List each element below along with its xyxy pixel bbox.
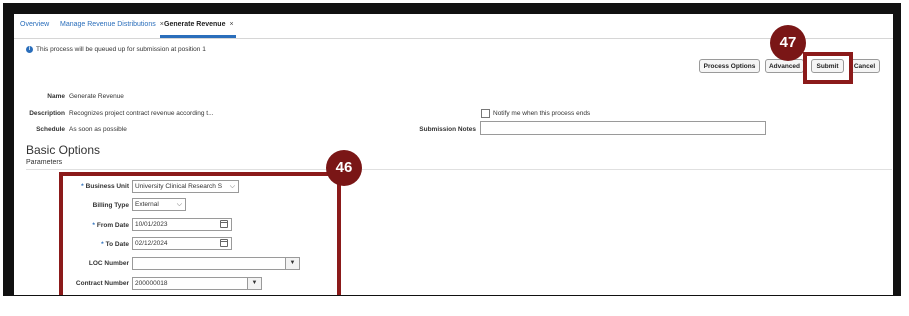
basic-options-heading: Basic Options [26, 143, 101, 157]
name-value: Generate Revenue [69, 93, 124, 100]
step-46-badge: 46 [326, 150, 362, 186]
tab-overview[interactable]: Overview [20, 21, 49, 28]
section-divider [26, 169, 892, 170]
info-icon: i [26, 46, 33, 53]
app-window: Overview Manage Revenue Distributions × G… [14, 14, 893, 295]
description-label: Description [29, 110, 65, 117]
screenshot-frame: Overview Manage Revenue Distributions × G… [3, 3, 901, 296]
step-46-highlight [59, 172, 341, 295]
submission-notes-input[interactable] [480, 121, 766, 135]
tab-label: Overview [20, 21, 50, 28]
notify-label: Notify me when this process ends [493, 110, 591, 117]
name-label: Name [47, 93, 65, 100]
process-options-button[interactable]: Process Options [699, 59, 760, 73]
tab-generate-revenue[interactable]: Generate Revenue × [164, 21, 234, 28]
info-message-text: This process will be queued up for submi… [36, 46, 206, 54]
parameters-heading: Parameters [26, 159, 63, 166]
schedule-value: As soon as possible [69, 126, 127, 133]
tab-manage-revenue-distributions[interactable]: Manage Revenue Distributions × [60, 21, 164, 28]
description-value: Recognizes project contract revenue acco… [69, 110, 214, 117]
step-47-badge: 47 [770, 25, 806, 61]
active-tab-indicator [160, 35, 236, 38]
notify-checkbox[interactable] [481, 109, 490, 118]
tab-bar: Overview Manage Revenue Distributions × G… [14, 14, 893, 39]
step-47-highlight [803, 52, 853, 84]
submission-notes-label: Submission Notes [419, 126, 476, 133]
close-icon[interactable]: × [229, 21, 233, 28]
tab-label: Generate Revenue [164, 21, 226, 28]
schedule-label: Schedule [36, 126, 65, 133]
advanced-button[interactable]: Advanced [765, 59, 804, 73]
info-message: i This process will be queued up for subm… [26, 46, 206, 53]
tab-label: Manage Revenue Distributions [60, 21, 156, 28]
cancel-button[interactable]: Cancel [849, 59, 880, 73]
